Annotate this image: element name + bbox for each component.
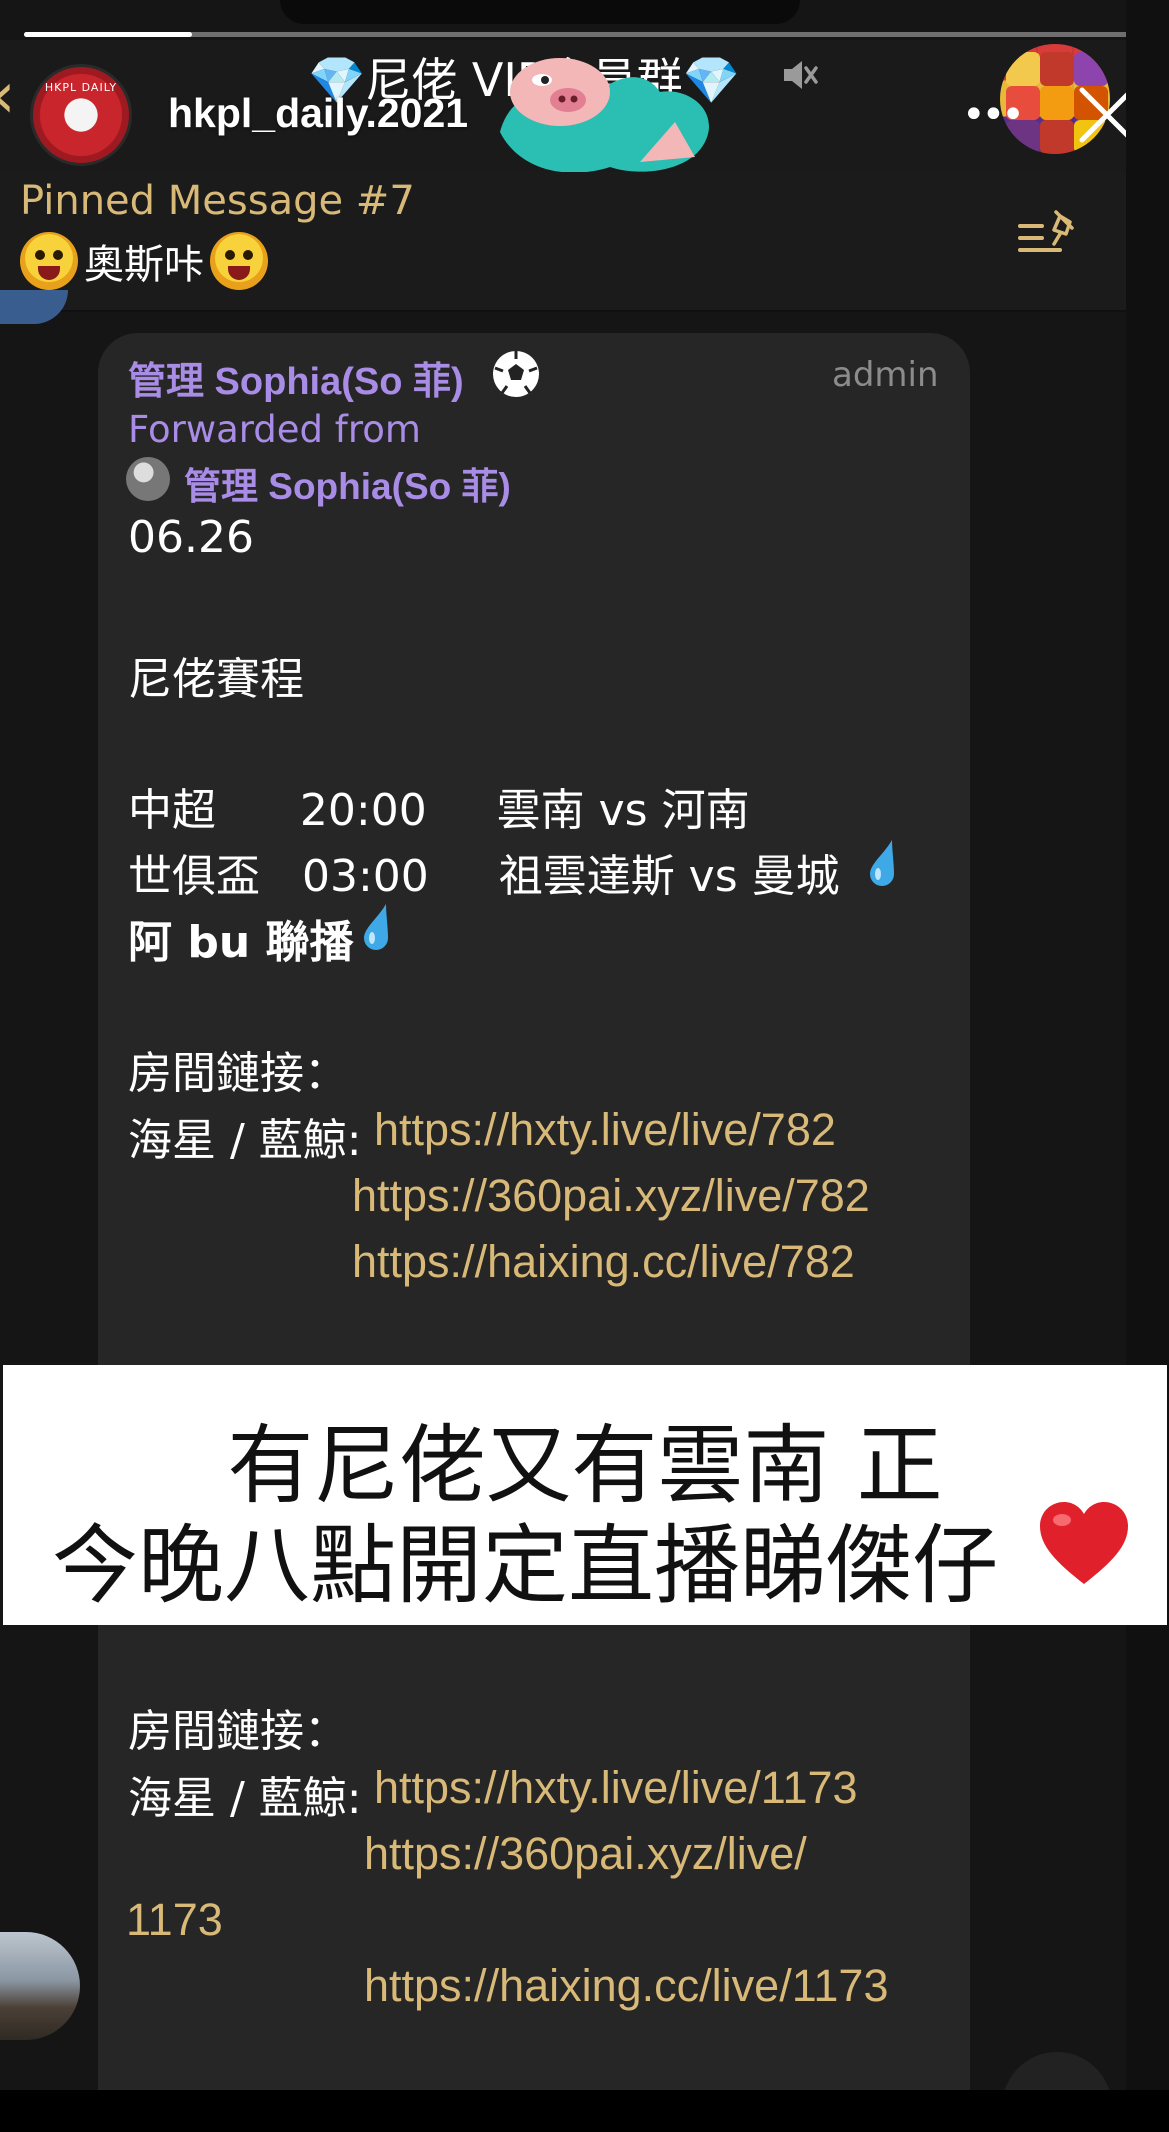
forwarded-label: Forwarded from (128, 408, 421, 451)
forwarded-name[interactable]: 管理 Sophia(So 菲) (184, 456, 511, 510)
story-caption: 有尼佬又有雲南 正 今晚八點開定直播睇傑仔 (3, 1365, 1167, 1625)
caption-line-2: 今晚八點開定直播睇傑仔 (52, 1516, 998, 1616)
sender-avatar-partial (0, 290, 68, 324)
screaming-face-icon (20, 232, 78, 290)
match-line: 中超 20:00 雲南 vs 河南 (128, 785, 750, 836)
sweat-drop-icon (364, 904, 388, 950)
relay-line: 阿 bu 聯播 (128, 917, 354, 968)
screen-bottom-edge (0, 2090, 1169, 2132)
stream-link[interactable]: https://360pai.xyz/live/782 (352, 1170, 870, 1222)
platform-label: 海星 / 藍鯨: (128, 1773, 362, 1824)
heart-icon (1040, 1502, 1128, 1584)
pinned-preview[interactable]: 奧斯咔 (20, 232, 268, 290)
story-progress-bar (24, 32, 1126, 37)
match-line: 世俱盃 03:00 祖雲達斯 vs 曼城 (128, 851, 840, 902)
forwarded-avatar[interactable] (126, 457, 170, 501)
sender-avatar[interactable] (0, 1932, 80, 2040)
room-link-label: 房間鏈接： (128, 1706, 348, 1757)
account-avatar[interactable]: HKPL DAILY (30, 64, 132, 166)
stream-link[interactable]: https://hxty.live/live/782 (374, 1104, 836, 1156)
device-notch (280, 0, 800, 24)
cartoon-sticker (500, 58, 709, 173)
stream-link[interactable]: https://hxty.live/live/1173 (374, 1762, 858, 1814)
story-screen: ‹ 💎尼佬 VIP會員群💎 ine HKPL DAILY hkpl_daily.… (0, 0, 1126, 2090)
room-link-label: 房間鏈接： (128, 1048, 348, 1099)
stream-link[interactable]: https://haixing.cc/live/782 (352, 1236, 855, 1288)
message-date: 06.26 (128, 512, 254, 563)
stream-link[interactable]: https://haixing.cc/live/1173 (364, 1960, 888, 2012)
more-icon[interactable]: ••• (962, 95, 1025, 135)
screen-edge (1126, 0, 1169, 2090)
story-progress-fill (24, 32, 192, 37)
sweat-drop-icon (870, 840, 894, 886)
stream-link-continued[interactable]: 1173 (126, 1894, 223, 1946)
admin-tag: admin (832, 355, 939, 395)
scroll-down-button[interactable] (1002, 2052, 1112, 2090)
platform-label: 海星 / 藍鯨: (128, 1115, 362, 1166)
sender-name[interactable]: 管理 Sophia(So 菲) (128, 350, 464, 405)
pinned-title[interactable]: Pinned Message #7 (20, 178, 415, 224)
schedule-title: 尼佬賽程 (128, 654, 304, 705)
pinned-text: 奧斯咔 (84, 242, 204, 288)
back-chevron-icon[interactable]: ‹ (0, 64, 16, 128)
avatar-logo-text: HKPL DAILY (44, 81, 118, 94)
soccer-ball-icon (493, 351, 539, 397)
account-name[interactable]: hkpl_daily.2021 (168, 90, 468, 137)
pin-list-icon[interactable] (1016, 206, 1082, 262)
close-icon[interactable] (1072, 80, 1126, 150)
screaming-face-icon (210, 232, 268, 290)
stream-link[interactable]: https://360pai.xyz/live/ (364, 1828, 807, 1880)
muted-speaker-icon (784, 61, 818, 89)
